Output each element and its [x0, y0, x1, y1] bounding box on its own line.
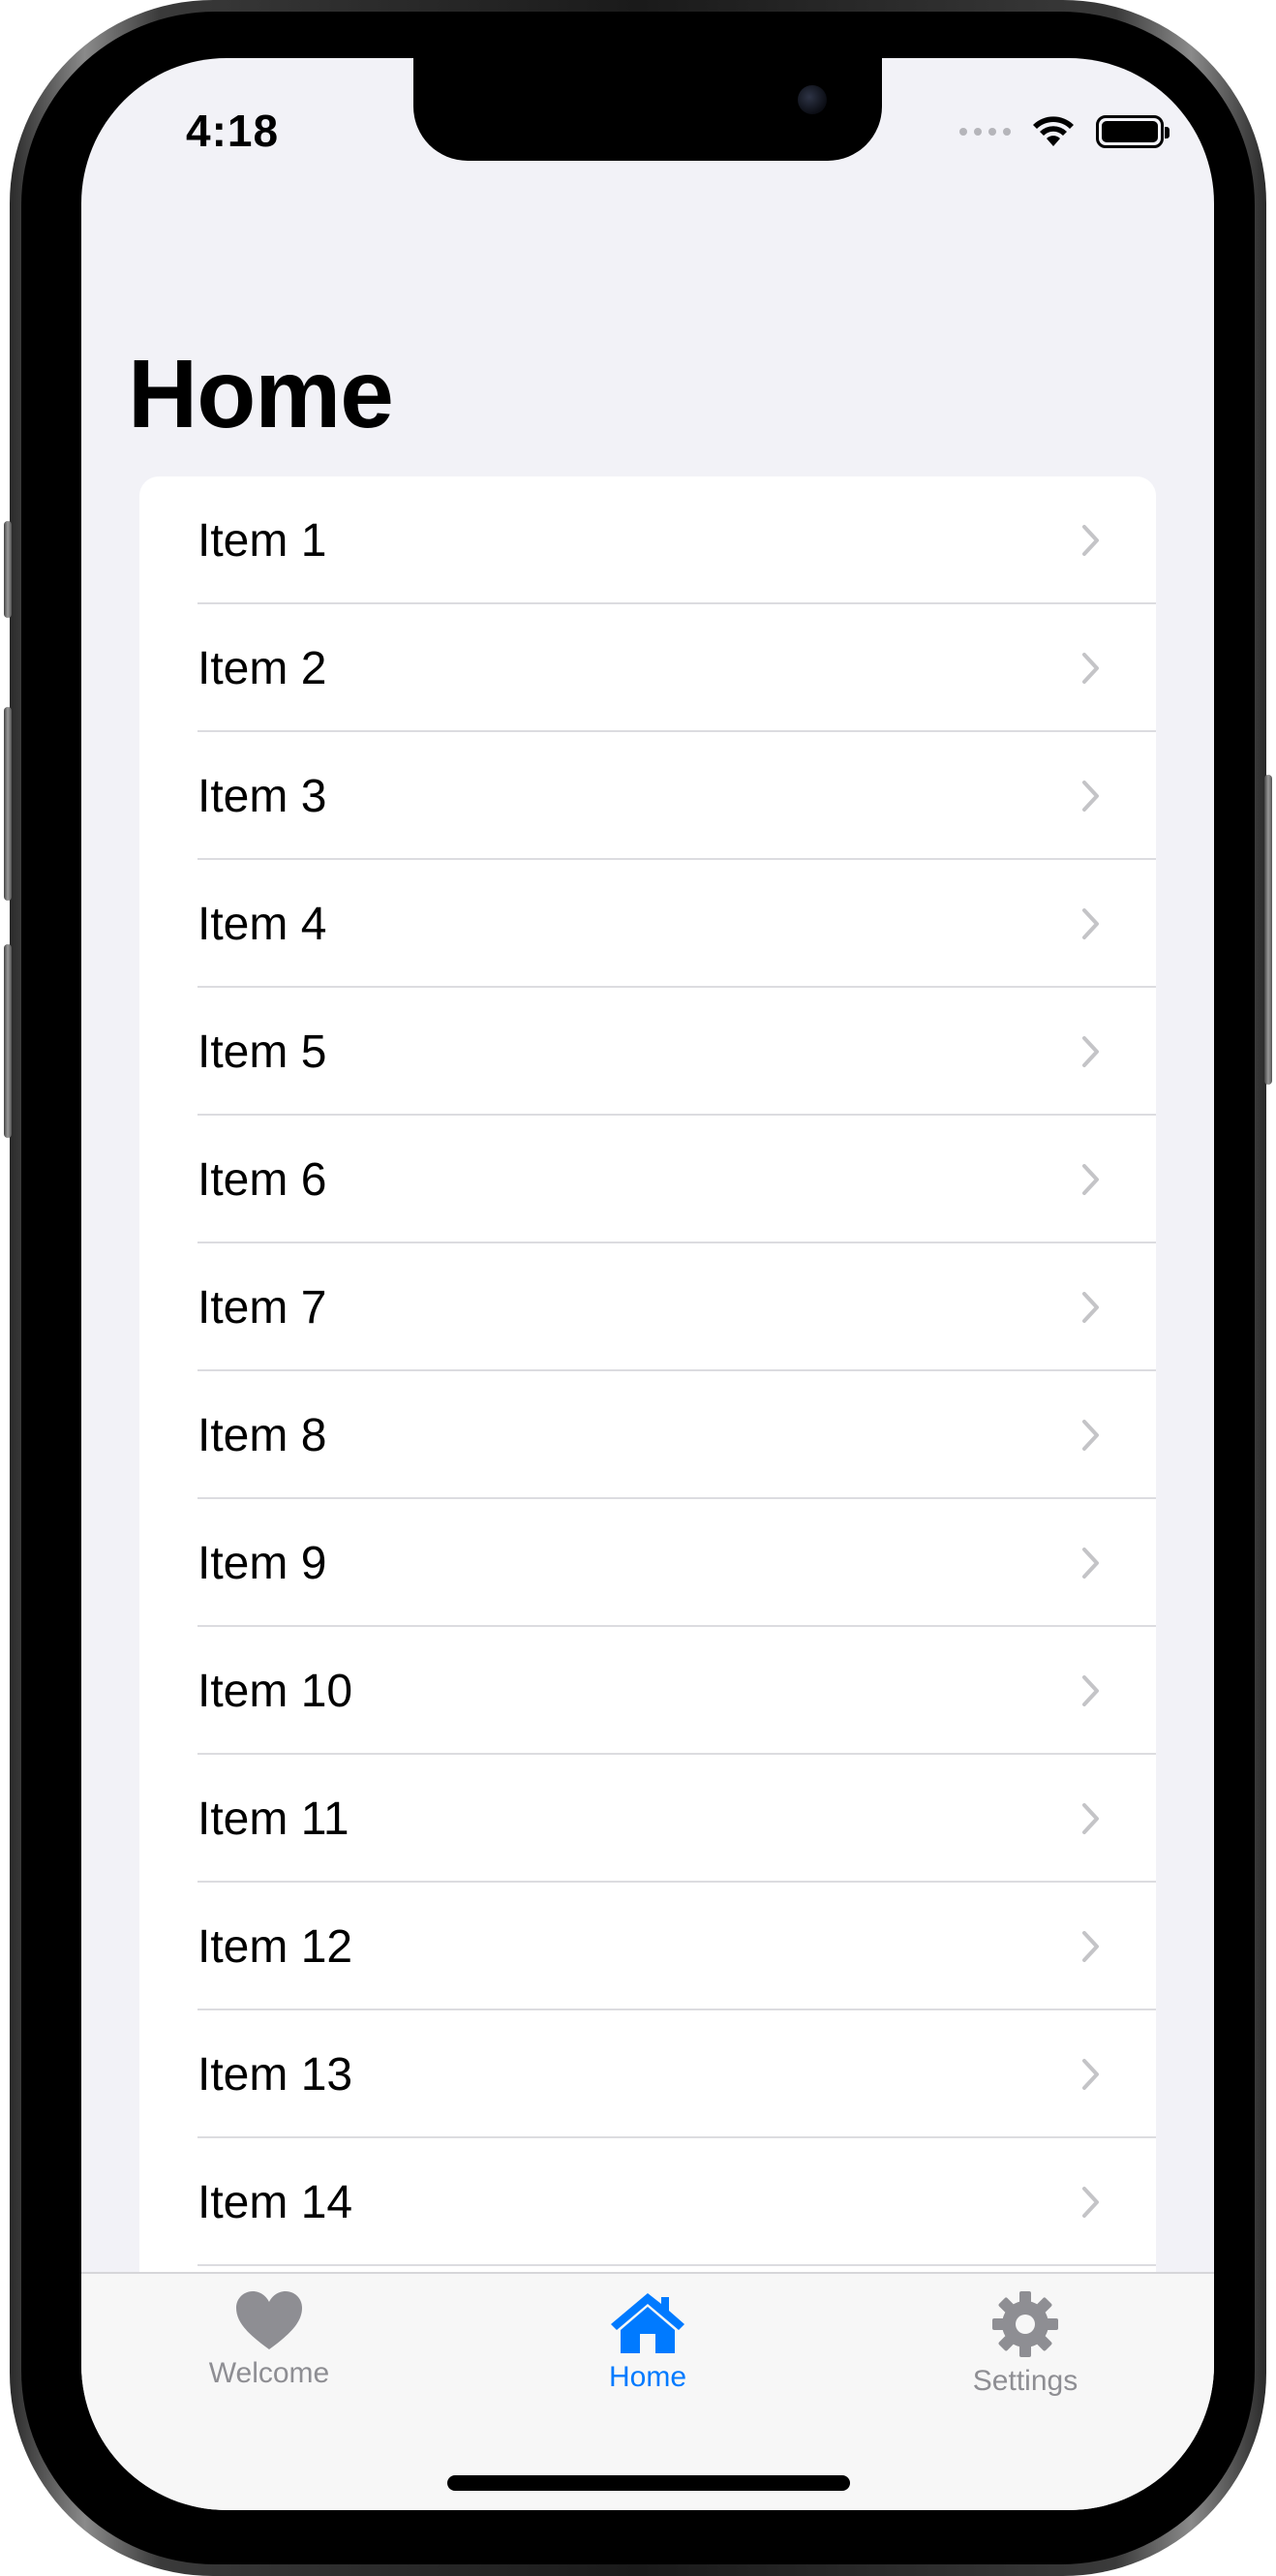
- list-item[interactable]: Item 7: [139, 1243, 1156, 1371]
- list-item[interactable]: Item 9: [139, 1499, 1156, 1627]
- chevron-right-icon: [1082, 2059, 1099, 2090]
- list-item-label: Item 13: [197, 2048, 353, 2101]
- cellular-signal-icon: [959, 128, 1011, 136]
- list-item[interactable]: Item 2: [139, 604, 1156, 732]
- list-item[interactable]: Item 12: [139, 1883, 1156, 2010]
- list-item[interactable]: Item 8: [139, 1371, 1156, 1499]
- tab-welcome-label: Welcome: [208, 2357, 330, 2389]
- phone-frame: 4:18 Home Item 1 Item 2 Item 3 Item 4 Item 5…: [4, 0, 1272, 2576]
- list-item-label: Item 10: [197, 1665, 353, 1717]
- tab-settings-label: Settings: [972, 2365, 1079, 2397]
- chevron-right-icon: [1082, 1036, 1099, 1067]
- chevron-right-icon: [1082, 653, 1099, 684]
- chevron-right-icon: [1082, 1803, 1099, 1834]
- side-button-volume-down: [4, 944, 12, 1138]
- chevron-right-icon: [1082, 2187, 1099, 2218]
- tab-bar: Welcome Home Settings: [81, 2272, 1214, 2510]
- list-item[interactable]: Item 6: [139, 1116, 1156, 1243]
- list-item[interactable]: Item 4: [139, 860, 1156, 988]
- list-item-label: Item 1: [197, 514, 327, 567]
- list-item[interactable]: Item 14: [139, 2138, 1156, 2266]
- screen: 4:18 Home Item 1 Item 2 Item 3 Item 4 Item 5…: [81, 58, 1214, 2510]
- list-item[interactable]: Item 13: [139, 2010, 1156, 2138]
- page-title: Home: [128, 340, 394, 448]
- tab-home-label: Home: [608, 2361, 687, 2393]
- list-item-label: Item 5: [197, 1026, 327, 1078]
- list-item[interactable]: Item 3: [139, 732, 1156, 860]
- status-indicators: [959, 112, 1170, 151]
- list-item-label: Item 9: [197, 1537, 327, 1589]
- tab-settings[interactable]: Settings: [880, 2289, 1170, 2398]
- item-list: Item 1 Item 2 Item 3 Item 4 Item 5 Item 6 Item…: [139, 476, 1156, 2316]
- list-item-label: Item 3: [197, 770, 327, 822]
- tab-welcome[interactable]: Welcome: [124, 2289, 414, 2390]
- heart-icon: [236, 2291, 302, 2349]
- battery-icon: [1096, 115, 1170, 148]
- chevron-right-icon: [1082, 1420, 1099, 1451]
- list-item-label: Item 12: [197, 1920, 353, 1973]
- side-button-silent: [4, 521, 12, 618]
- wifi-icon: [1033, 116, 1074, 146]
- list-item-label: Item 14: [197, 2176, 353, 2228]
- chevron-right-icon: [1082, 1675, 1099, 1706]
- side-button-volume-up: [4, 707, 12, 901]
- list-item-label: Item 2: [197, 642, 327, 694]
- list-item-label: Item 7: [197, 1281, 327, 1334]
- chevron-right-icon: [1082, 525, 1099, 556]
- chevron-right-icon: [1082, 1548, 1099, 1579]
- house-icon: [611, 2293, 684, 2353]
- list-item[interactable]: Item 1: [139, 476, 1156, 604]
- list-item-label: Item 11: [197, 1793, 349, 1845]
- list-item[interactable]: Item 10: [139, 1627, 1156, 1755]
- side-button-power: [1264, 775, 1272, 1085]
- gear-icon: [992, 2291, 1058, 2357]
- home-indicator[interactable]: [447, 2475, 850, 2491]
- chevron-right-icon: [1082, 908, 1099, 939]
- list-item-label: Item 4: [197, 898, 327, 950]
- tab-home[interactable]: Home: [502, 2289, 793, 2394]
- list-item[interactable]: Item 11: [139, 1755, 1156, 1883]
- front-camera: [798, 85, 827, 114]
- status-time: 4:18: [186, 106, 280, 156]
- list-item-label: Item 6: [197, 1153, 327, 1206]
- list-item[interactable]: Item 5: [139, 988, 1156, 1116]
- notch: [413, 58, 882, 161]
- chevron-right-icon: [1082, 1292, 1099, 1323]
- list-item-label: Item 8: [197, 1409, 327, 1461]
- chevron-right-icon: [1082, 1931, 1099, 1962]
- chevron-right-icon: [1082, 1164, 1099, 1195]
- chevron-right-icon: [1082, 781, 1099, 812]
